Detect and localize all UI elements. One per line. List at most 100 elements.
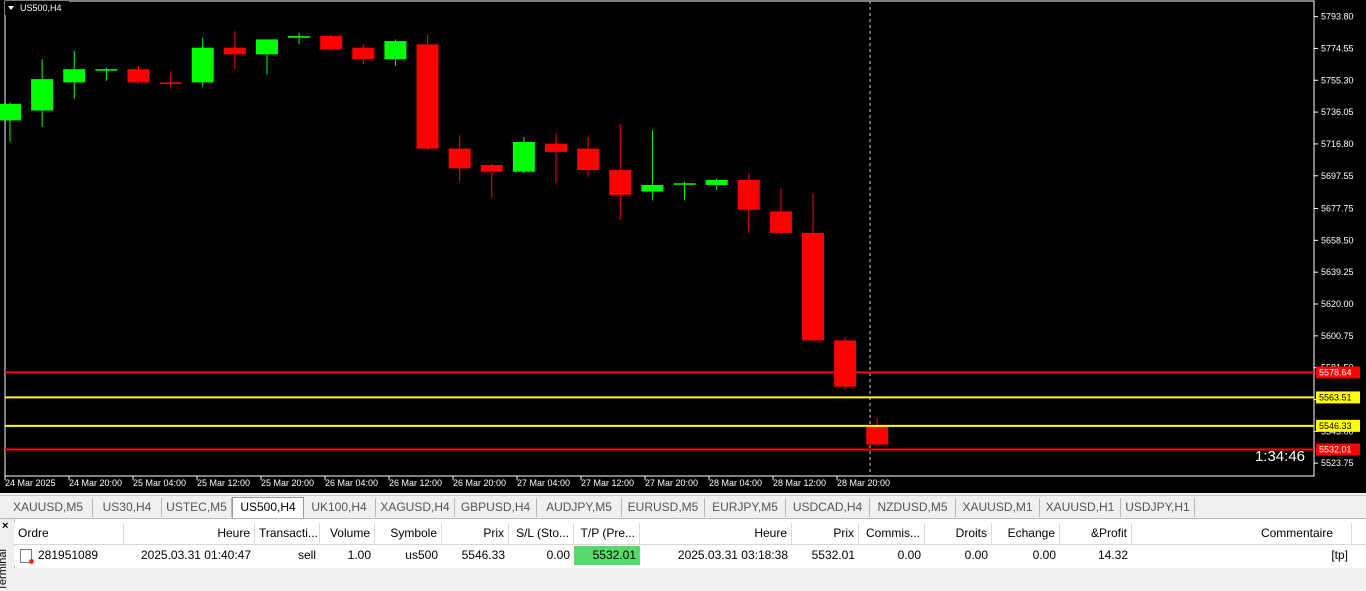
tab-eurusd-m5[interactable]: EURUSD,M5 <box>622 498 705 517</box>
bullish-candle[interactable] <box>673 183 696 185</box>
cell-volume: 1.00 <box>347 548 371 562</box>
bullish-candle[interactable] <box>255 39 278 55</box>
col-header-tp[interactable]: T/P (Pre... <box>574 523 640 544</box>
col-header-prix-close[interactable]: Prix <box>792 523 859 544</box>
price-axis-label: 5793.80 <box>1321 12 1354 22</box>
time-axis-label: 27 Mar 12:00 <box>581 478 634 488</box>
col-header-transaction[interactable]: Transacti... <box>255 523 320 544</box>
col-header-commentaire[interactable]: Commentaire <box>1132 523 1352 544</box>
bearish-candle[interactable] <box>866 426 889 445</box>
price-axis-label: 5755.30 <box>1321 75 1354 85</box>
tab-uk100-h4[interactable]: UK100,H4 <box>303 498 376 517</box>
bullish-candle[interactable] <box>705 179 728 185</box>
tab-us30-h4[interactable]: US30,H4 <box>93 498 162 517</box>
bar-countdown-timer: 1:34:46 <box>1255 448 1305 465</box>
time-axis-label: 25 Mar 04:00 <box>133 478 186 488</box>
bearish-candle[interactable] <box>352 47 375 60</box>
terminal-panel: × Terminal Ordre Heure Transacti... Volume S… <box>0 518 1366 591</box>
col-header-symbole[interactable]: Symbole <box>375 523 442 544</box>
tab-xagusd-h4[interactable]: XAGUSD,H4 <box>376 498 455 517</box>
tab-us500-h4[interactable]: US500,H4 <box>232 497 304 519</box>
col-header-profit[interactable]: &Profit <box>1060 523 1132 544</box>
time-axis-label: 27 Mar 04:00 <box>517 478 570 488</box>
terminal-side-strip: × Terminal <box>0 519 15 591</box>
bearish-candle[interactable] <box>609 170 632 195</box>
col-header-volume[interactable]: Volume <box>320 523 375 544</box>
cell-prix: 5546.33 <box>461 548 505 562</box>
col-header-heure-close[interactable]: Heure <box>640 523 792 544</box>
price-axis-label: 5677.75 <box>1321 204 1354 214</box>
bearish-candle[interactable] <box>834 340 857 387</box>
bearish-candle[interactable] <box>769 211 792 233</box>
bullish-candle[interactable] <box>512 141 535 172</box>
trade-table-header: Ordre Heure Transacti... Volume Symbole Prix S… <box>14 523 1366 545</box>
cell-sl: 0.00 <box>546 548 570 562</box>
bearish-candle[interactable] <box>159 82 182 85</box>
cell-echange: 0.00 <box>1032 548 1056 562</box>
price-axis-label: 5620.00 <box>1321 299 1354 309</box>
bullish-candle[interactable] <box>641 184 664 192</box>
bearish-candle[interactable] <box>577 148 600 171</box>
price-level-label: 5546.33 <box>1319 421 1352 431</box>
price-level-label: 5578.64 <box>1319 367 1352 377</box>
bearish-candle[interactable] <box>545 143 568 152</box>
bearish-candle[interactable] <box>127 69 150 83</box>
price-axis-label: 5736.05 <box>1321 107 1354 117</box>
tab-usdjpy-h1[interactable]: USDJPY,H1 <box>1121 498 1195 517</box>
tab-nzdusd-m5[interactable]: NZDUSD,M5 <box>870 498 956 517</box>
time-axis-label: 28 Mar 04:00 <box>709 478 762 488</box>
col-header-sl[interactable]: S/L (Sto... <box>509 523 574 544</box>
bearish-candle[interactable] <box>737 179 760 210</box>
bearish-candle[interactable] <box>416 44 439 149</box>
close-icon[interactable]: × <box>2 521 8 532</box>
col-header-ordre[interactable]: Ordre <box>14 523 124 544</box>
cell-ordre: 281951089 <box>14 546 124 565</box>
tab-usdcad-h4[interactable]: USDCAD,H4 <box>786 498 870 517</box>
cell-prix-close: 5532.01 <box>811 548 855 562</box>
bullish-candle[interactable] <box>95 69 118 71</box>
tab-xauusd-m5[interactable]: XAUUSD,M5 <box>4 498 93 517</box>
col-header-heure[interactable]: Heure <box>124 523 255 544</box>
bullish-candle[interactable] <box>288 36 311 38</box>
time-axis-label: 26 Mar 04:00 <box>325 478 378 488</box>
price-level-label: 5532.01 <box>1319 445 1352 455</box>
table-row[interactable]: 281951089 2025.03.31 01:40:47 sell 1.00 us50… <box>14 546 1366 565</box>
bearish-candle[interactable] <box>448 148 471 169</box>
price-axis-label: 5658.50 <box>1321 235 1354 245</box>
tab-gbpusd-h4[interactable]: GBPUSD,H4 <box>455 498 537 517</box>
price-chart[interactable]: 5793.80 5774.55 5755.30 5736.05 5716.80 5697.… <box>0 0 1366 493</box>
terminal-vertical-label: Terminal <box>0 549 9 591</box>
bearish-candle[interactable] <box>802 232 824 341</box>
bullish-candle[interactable] <box>384 41 407 60</box>
time-axis-label: 26 Mar 12:00 <box>389 478 442 488</box>
tab-eurjpy-m5[interactable]: EURJPY,M5 <box>705 498 786 517</box>
col-header-prix[interactable]: Prix <box>442 523 509 544</box>
time-axis-label: 26 Mar 20:00 <box>453 478 506 488</box>
tab-ustec-m5[interactable]: USTEC,M5 <box>162 498 232 517</box>
cell-droits: 0.00 <box>964 548 988 562</box>
bearish-candle[interactable] <box>223 47 246 55</box>
order-icon <box>20 548 34 564</box>
time-axis-label: 27 Mar 20:00 <box>645 478 698 488</box>
col-header-commission[interactable]: Commis... <box>859 523 925 544</box>
chart-tab-bar: XAUUSD,M5 US30,H4 USTEC,M5 US500,H4 UK100,H4… <box>0 495 1366 519</box>
bullish-candle[interactable] <box>191 47 214 83</box>
cell-commission: 0.00 <box>897 548 921 562</box>
tab-audjpy-m5[interactable]: AUDJPY,M5 <box>537 498 622 517</box>
time-axis-label: 25 Mar 12:00 <box>197 478 250 488</box>
order-id: 281951089 <box>38 548 99 562</box>
bullish-candle[interactable] <box>0 103 21 121</box>
col-header-echange[interactable]: Echange <box>992 523 1060 544</box>
bullish-candle[interactable] <box>31 79 54 111</box>
tab-xauusd-h1[interactable]: XAUUSD,H1 <box>1040 498 1121 517</box>
bearish-candle[interactable] <box>320 36 343 50</box>
bearish-candle[interactable] <box>480 165 503 172</box>
price-level-label: 5563.51 <box>1319 392 1352 402</box>
bullish-candle[interactable] <box>63 69 86 83</box>
time-axis-label: 24 Mar 20:00 <box>69 478 122 488</box>
cell-transaction: sell <box>297 548 316 562</box>
tab-xauusd-m1[interactable]: XAUUSD,M1 <box>956 498 1040 517</box>
chart-canvas[interactable]: 5793.80 5774.55 5755.30 5736.05 5716.80 5697.… <box>0 0 1366 493</box>
col-header-droits[interactable]: Droits <box>925 523 992 544</box>
cell-heure-close: 2025.03.31 03:18:38 <box>677 548 788 562</box>
